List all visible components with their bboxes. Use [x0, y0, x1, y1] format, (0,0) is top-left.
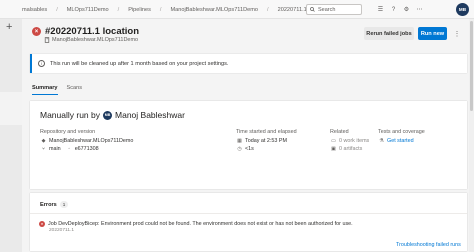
settings-icon[interactable]: ⚙ [400, 6, 413, 13]
error-source: 20220711.1 [49, 228, 74, 233]
sidebar: + [0, 19, 22, 252]
artifact-icon: ▣ [331, 146, 336, 152]
errors-card: Errors 1 × Job DevDeployBicep: Environme… [30, 193, 467, 251]
breadcrumb: malsables / MLOps711Demo / Pipelines / M… [22, 0, 307, 19]
errors-title: Errors [40, 201, 57, 208]
banner-text: This run will be cleaned up after 1 mont… [50, 60, 229, 67]
error-icon: × [39, 221, 45, 227]
calendar-icon: ▦ [237, 138, 242, 144]
tests-label: Tests and coverage [378, 129, 425, 135]
more-icon[interactable]: ⋮ [451, 27, 463, 40]
breadcrumb-run[interactable]: 20220711.1 [278, 7, 307, 13]
avatar[interactable]: MB [456, 3, 469, 16]
manual-run-prefix: Manually run by [40, 110, 101, 120]
repo-column: Repository and version ◆ ManojBableshwar… [40, 129, 133, 153]
search-icon [310, 7, 315, 12]
page-title: #20220711.1 location [45, 26, 140, 37]
repo-line[interactable]: ◆ ManojBableshwar.MLOps711Demo [40, 137, 134, 145]
breadcrumb-separator: / [267, 6, 269, 13]
error-item[interactable]: × Job DevDeployBicep: Environment prod c… [39, 221, 353, 227]
plus-icon[interactable]: + [6, 22, 12, 33]
help-icon[interactable]: ? [387, 7, 400, 13]
repo-icon: ◆ [41, 138, 46, 144]
tab-scans[interactable]: Scans [67, 85, 83, 95]
rerun-failed-jobs-button[interactable]: Rerun failed jobs [364, 27, 414, 40]
sidebar-band [0, 92, 22, 125]
work-items-line: ▭ 0 work items [330, 137, 369, 145]
avatar: MB [103, 110, 113, 120]
time-column: Time started and elapsed ▦ Today at 2:53… [236, 129, 297, 153]
tab-summary[interactable]: Summary [32, 85, 58, 95]
clock-icon: ◷ [237, 146, 242, 152]
commit-id[interactable]: e6771308 [75, 146, 99, 152]
main-content: × #20220711.1 location ManojBableshwar.M… [22, 19, 474, 252]
breadcrumb-org[interactable]: malsables [22, 7, 47, 13]
retention-banner: i This run will be cleaned up after 1 mo… [30, 54, 467, 73]
list-icon[interactable]: ☰ [374, 6, 387, 13]
manual-run-header: Manually run by MB Manoj Bableshwar [40, 110, 185, 120]
work-item-icon: ▭ [331, 138, 336, 144]
breadcrumb-project[interactable]: MLOps711Demo [67, 7, 109, 13]
tests-line[interactable]: ⚗ Get started [378, 137, 425, 145]
pipeline-name[interactable]: ManojBableshwar.MLOps711Demo [52, 37, 138, 43]
started-line: ▦ Today at 2:53 PM [236, 137, 297, 145]
info-icon: i [38, 60, 45, 67]
version-line: ⑂ main ◦ e6771308 [40, 145, 133, 153]
scrollbar-thumb[interactable] [470, 21, 473, 111]
errors-header: Errors 1 [40, 201, 69, 208]
scrollbar[interactable] [469, 19, 474, 252]
commit-icon: ◦ [68, 146, 71, 152]
started-time: Today at 2:53 PM [245, 138, 287, 144]
run-new-button[interactable]: Run new [418, 27, 447, 40]
breadcrumb-pipeline[interactable]: ManojBableshwar.MLOps711Demo [170, 7, 258, 13]
breadcrumb-separator: / [159, 6, 162, 13]
breadcrumb-pipelines[interactable]: Pipelines [128, 7, 151, 13]
error-icon: × [32, 27, 41, 36]
artifacts-count: 0 artifacts [339, 146, 363, 152]
branch-icon: ⑂ [41, 146, 45, 152]
repo-label: Repository and version [40, 129, 96, 135]
more-icon[interactable]: ⋯ [413, 6, 426, 13]
branch-name[interactable]: main [49, 146, 61, 152]
error-message: Job DevDeployBicep: Environment prod cou… [48, 221, 353, 227]
related-column: Related ▭ 0 work items ▣ 0 artifacts [330, 129, 369, 153]
search-placeholder: Search [318, 6, 336, 13]
elapsed-time: <1s [245, 146, 254, 152]
related-label: Related [330, 129, 349, 135]
error-count-badge: 1 [59, 201, 69, 208]
search-box[interactable]: Search [306, 4, 362, 15]
run-subtitle: ManojBableshwar.MLOps711Demo [44, 37, 138, 43]
divider [30, 213, 467, 214]
repo-icon [44, 37, 50, 43]
work-items-count: 0 work items [339, 138, 370, 144]
artifacts-line: ▣ 0 artifacts [330, 145, 369, 153]
flask-icon: ⚗ [379, 138, 384, 144]
time-label: Time started and elapsed [236, 129, 297, 135]
get-started-link[interactable]: Get started [387, 138, 414, 144]
troubleshooting-link[interactable]: Troubleshooting failed runs [396, 242, 461, 248]
repo-name: ManojBableshwar.MLOps711Demo [49, 138, 134, 144]
tab-bar: Summary Scans [32, 85, 91, 95]
summary-card: Manually run by MB Manoj Bableshwar Repo… [30, 101, 467, 189]
run-author[interactable]: Manoj Bableshwar [115, 110, 185, 120]
tests-column: Tests and coverage ⚗ Get started [378, 129, 425, 145]
breadcrumb-separator: / [117, 6, 120, 13]
breadcrumb-separator: / [56, 6, 58, 13]
elapsed-line: ◷ <1s [236, 145, 297, 153]
